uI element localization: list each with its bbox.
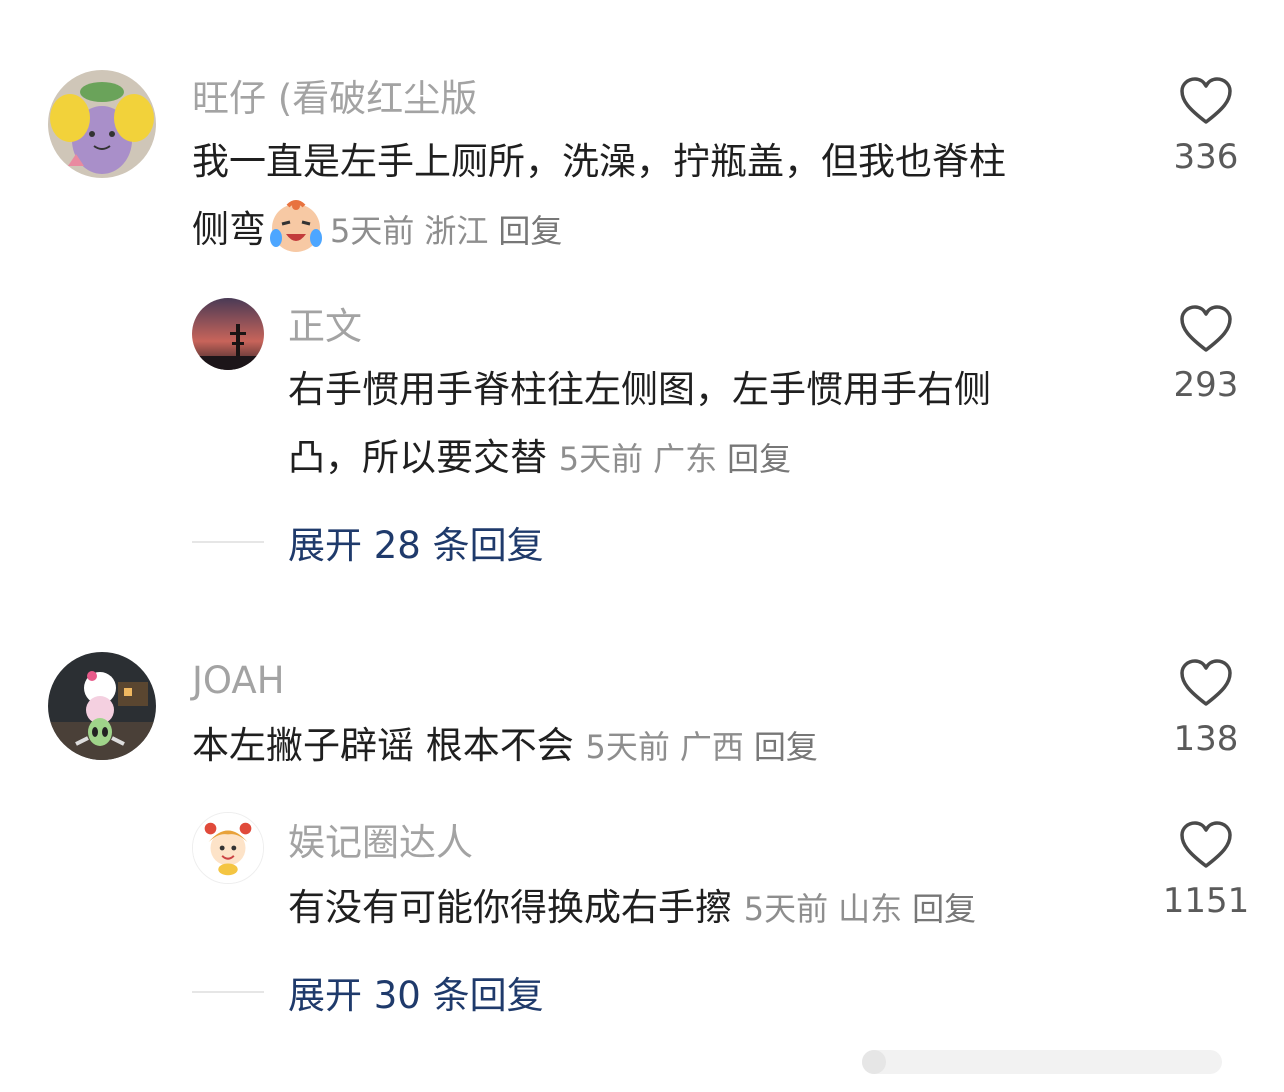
comment-time: 5天前 bbox=[585, 728, 670, 766]
reply-time: 5天前 bbox=[558, 440, 644, 478]
reply-username[interactable]: 娱记圈达人 bbox=[288, 824, 473, 861]
comment-text-line: 侧弯 bbox=[192, 208, 266, 251]
reply-location: 山东 bbox=[838, 890, 903, 928]
comment-text-line: 本左撇子辟谣 根本不会 bbox=[192, 724, 574, 767]
like-count: 293 bbox=[1173, 365, 1239, 405]
reply-button[interactable]: 回复 bbox=[912, 890, 976, 928]
avatar[interactable] bbox=[192, 298, 264, 370]
reply-button[interactable]: 回复 bbox=[498, 212, 562, 250]
like-count: 336 bbox=[1173, 137, 1239, 177]
reply-text: 有没有可能你得换成右手擦 5天前 山东 回复 bbox=[288, 874, 1128, 943]
reply-meta: 5天前 山东 回复 bbox=[744, 890, 986, 928]
comment-time: 5天前 bbox=[330, 212, 415, 250]
expand-replies-label: 展开 28 条回复 bbox=[288, 524, 544, 567]
reply-text-line: 有没有可能你得换成右手擦 bbox=[288, 886, 732, 929]
reply-button[interactable]: 回复 bbox=[754, 728, 818, 766]
comment-username[interactable]: JOAH bbox=[192, 662, 285, 699]
comment-location: 广西 bbox=[679, 728, 744, 766]
like-button[interactable]: 138 bbox=[1156, 658, 1256, 756]
heart-outline-icon bbox=[1180, 305, 1232, 352]
avatar[interactable] bbox=[192, 812, 264, 884]
comment-text: 我一直是左手上厕所，洗澡，拧瓶盖，但我也脊柱 侧弯 5天前 浙江 回复 bbox=[192, 128, 1132, 265]
like-button[interactable]: 336 bbox=[1156, 76, 1256, 174]
like-count: 1151 bbox=[1162, 881, 1250, 921]
like-button[interactable]: 293 bbox=[1156, 304, 1256, 402]
heart-outline-icon bbox=[1180, 821, 1232, 868]
reply-button[interactable]: 回复 bbox=[727, 440, 791, 478]
reply-location: 广东 bbox=[653, 440, 718, 478]
expand-replies-button[interactable]: 展开 28 条回复 bbox=[192, 512, 544, 572]
reply-time: 5天前 bbox=[743, 890, 829, 928]
expand-replies-button[interactable]: 展开 30 条回复 bbox=[192, 962, 544, 1022]
like-button[interactable]: 1151 bbox=[1156, 820, 1256, 918]
comment-username[interactable]: 旺仔 (看破红尘版 bbox=[192, 80, 477, 117]
reply-username[interactable]: 正文 bbox=[288, 308, 362, 345]
comment-meta: 5天前 浙江 回复 bbox=[330, 212, 572, 250]
divider bbox=[192, 541, 264, 543]
watermark bbox=[852, 1042, 1272, 1082]
divider bbox=[192, 991, 264, 993]
reply-text-line: 右手惯用手脊柱往左侧图，左手惯用手右侧 bbox=[288, 368, 991, 411]
comment-location: 浙江 bbox=[424, 212, 489, 250]
heart-outline-icon bbox=[1180, 77, 1232, 124]
reply-meta: 5天前 广东 回复 bbox=[559, 440, 801, 478]
avatar[interactable] bbox=[48, 70, 156, 178]
reply-text: 右手惯用手脊柱往左侧图，左手惯用手右侧 凸，所以要交替 5天前 广东 回复 bbox=[288, 356, 1128, 493]
avatar[interactable] bbox=[48, 652, 156, 760]
like-count: 138 bbox=[1173, 719, 1239, 759]
expand-replies-label: 展开 30 条回复 bbox=[288, 974, 544, 1017]
comment-meta: 5天前 广西 回复 bbox=[586, 728, 828, 766]
reply-text-line: 凸，所以要交替 bbox=[288, 436, 547, 479]
comment-text-line: 我一直是左手上厕所，洗澡，拧瓶盖，但我也脊柱 bbox=[192, 140, 1006, 183]
comment-text: 本左撇子辟谣 根本不会 5天前 广西 回复 bbox=[192, 712, 1132, 781]
crying-laughing-emoji-icon bbox=[268, 198, 324, 254]
heart-outline-icon bbox=[1180, 659, 1232, 706]
